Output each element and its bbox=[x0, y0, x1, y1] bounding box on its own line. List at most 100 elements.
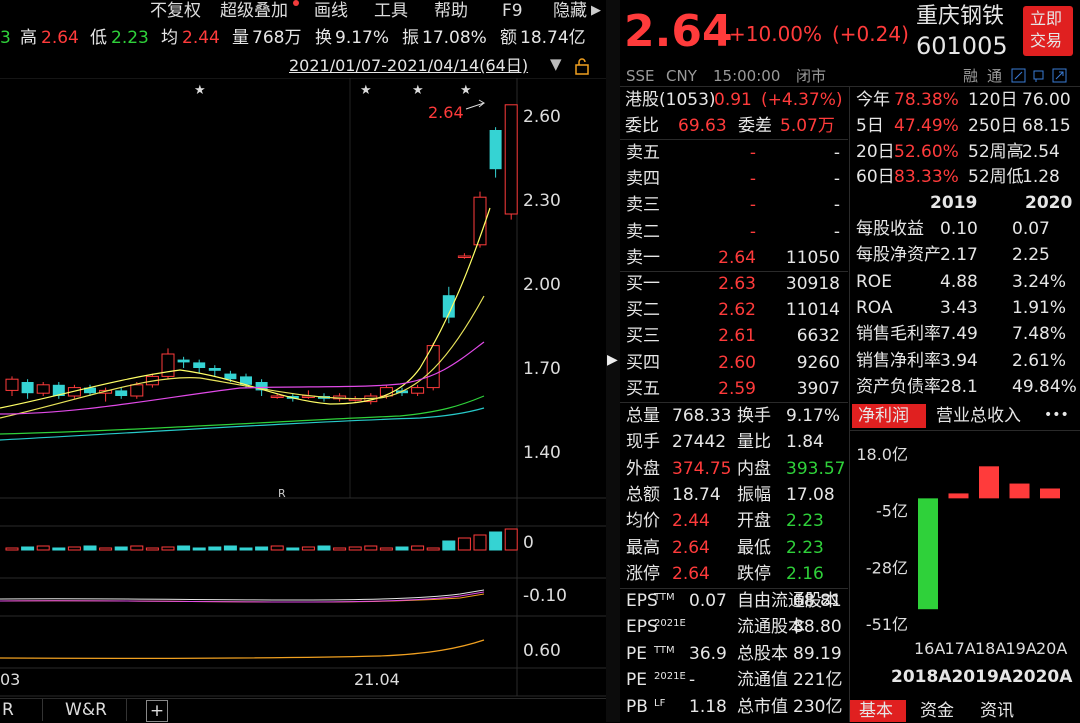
volume-bar bbox=[348, 546, 362, 551]
ask-label: 卖五 bbox=[626, 143, 660, 163]
fundamental-row: EPS TTM 0.07 自由流通股本 68.81 bbox=[620, 589, 848, 615]
candle-body bbox=[270, 395, 284, 398]
ask-volume: - bbox=[833, 169, 840, 190]
detail-value: 1.84 bbox=[786, 432, 824, 453]
menu-item-hide[interactable]: 隐藏 bbox=[553, 0, 587, 22]
volume-bar bbox=[161, 546, 175, 551]
stat-amount: 18.74亿 bbox=[520, 28, 586, 48]
detail-row: 最高 2.64 最低 2.23 bbox=[620, 535, 848, 561]
menu-item-super-overlay[interactable]: 超级叠加 bbox=[220, 0, 288, 22]
fund-value: 230亿 bbox=[793, 696, 843, 717]
fund-value: 221亿 bbox=[793, 670, 843, 691]
lock-icon[interactable] bbox=[574, 57, 590, 75]
fundamental-row: EPS 2021E 流通股本 88.80 bbox=[620, 615, 848, 641]
panel-separator[interactable]: ▶ bbox=[606, 0, 620, 722]
fund-value: 0.07 bbox=[689, 591, 727, 611]
ask-row: 卖四 - - bbox=[620, 166, 848, 192]
detail-value: 2.16 bbox=[786, 563, 824, 584]
trade-button[interactable]: 立即 交易 bbox=[1023, 6, 1073, 56]
date-range[interactable]: 2021/01/07-2021/04/14(64日) bbox=[289, 54, 528, 78]
bell-icon[interactable] bbox=[1033, 70, 1044, 82]
quote-panel: 2.64 +10.00% (+0.24) 重庆钢铁 601005 立即 交易 S… bbox=[620, 0, 1080, 722]
fund-suffix: LF bbox=[654, 697, 666, 709]
detail-label: 均价 bbox=[626, 511, 660, 532]
profit-y-tick: 18.0亿 bbox=[856, 445, 908, 464]
candle-body bbox=[489, 130, 502, 170]
kline-chart[interactable]: ★ ★ ★ ★ 2.64 R 2.60 2.30 2.00 1.70 1.40 … bbox=[0, 78, 606, 722]
profit-bar[interactable] bbox=[1040, 488, 1060, 499]
perf-label: 52周高 bbox=[968, 141, 1024, 162]
profit-bar[interactable] bbox=[948, 493, 969, 499]
stat-vol: 768万 bbox=[252, 28, 302, 48]
profit-bar[interactable] bbox=[918, 498, 938, 610]
ask-row: 卖五 - - bbox=[620, 140, 848, 166]
menu-item-tools[interactable]: 工具 bbox=[374, 0, 408, 22]
perf-value: 47.49% bbox=[894, 115, 959, 136]
bid-row: 买二 2.62 11014 bbox=[620, 297, 848, 323]
tab-basic[interactable]: 基本 bbox=[850, 700, 906, 722]
detail-label: 最低 bbox=[737, 537, 771, 558]
tab-funds[interactable]: 资金 bbox=[920, 700, 954, 722]
candles-group bbox=[5, 104, 518, 405]
notification-dot bbox=[293, 0, 299, 6]
profit-x-label: 17A bbox=[945, 639, 976, 658]
tab-net-profit[interactable]: 净利润 bbox=[852, 404, 926, 428]
tab-wr[interactable]: W&R bbox=[46, 699, 127, 721]
performance-row: 60日 83.33% 52周低 1.28 bbox=[852, 165, 1080, 191]
menu-item-no-adjust[interactable]: 不复权 bbox=[150, 0, 201, 22]
menu-item-f9[interactable]: F9 bbox=[502, 0, 523, 22]
perf-value: 68.15 bbox=[1022, 115, 1071, 136]
financial-row: 每股净资产 2.17 2.25 bbox=[852, 243, 1080, 269]
candle-body bbox=[457, 255, 471, 258]
market-status: 闭市 bbox=[796, 67, 827, 85]
menu-item-draw[interactable]: 画线 bbox=[314, 0, 348, 22]
stat-amount-label: 额 bbox=[500, 28, 517, 48]
expand-arrow-icon[interactable]: ▶ bbox=[607, 352, 618, 368]
profit-bar[interactable] bbox=[979, 466, 999, 499]
perf-value: 52.60% bbox=[894, 141, 959, 162]
candle-body bbox=[193, 362, 206, 368]
candle-body bbox=[5, 378, 19, 391]
bid-label: 买二 bbox=[626, 300, 660, 321]
date-label-left: 03 bbox=[0, 670, 20, 689]
fin-value-2020: 2.61% bbox=[1012, 350, 1067, 371]
perf-label: 120日 bbox=[968, 90, 1018, 110]
volume-bar bbox=[411, 545, 425, 551]
menu-item-help[interactable]: 帮助 bbox=[434, 0, 468, 22]
tab-revenue[interactable]: 营业总收入 bbox=[936, 404, 1021, 428]
fin-label: ROA bbox=[856, 297, 893, 318]
fund-label: 总股本 bbox=[737, 643, 788, 664]
stat-amplitude: 17.08% bbox=[422, 28, 487, 48]
perf-label: 250日 bbox=[968, 115, 1018, 136]
volume-bar bbox=[301, 546, 315, 551]
tab-r[interactable]: R bbox=[0, 699, 43, 721]
volume-bar bbox=[223, 545, 237, 551]
candle-body bbox=[224, 373, 237, 380]
volume-bar bbox=[333, 547, 347, 551]
change-pct: +10.00% bbox=[729, 22, 823, 46]
profit-bar[interactable] bbox=[1009, 483, 1030, 499]
volume-bar bbox=[192, 547, 206, 551]
ask-row: 卖二 - - bbox=[620, 219, 848, 245]
profit-x-label: 16A bbox=[914, 639, 945, 658]
detail-label: 总量 bbox=[626, 406, 660, 426]
fundamental-row: PB LF 1.18 总市值 230亿 bbox=[620, 695, 848, 721]
fin-value-2019: 3.43 bbox=[940, 297, 978, 318]
bid-label: 买四 bbox=[626, 352, 660, 373]
footer-tabs: 基本 资金 资讯 bbox=[850, 698, 1080, 722]
add-tab-button[interactable]: + bbox=[146, 700, 168, 722]
volume-bar bbox=[504, 528, 518, 551]
bid-row: 买一 2.63 30918 bbox=[620, 271, 848, 297]
hide-arrow-icon[interactable]: ▶ bbox=[591, 3, 601, 18]
bid-price: 2.61 bbox=[718, 326, 756, 347]
stat-avg: 2.44 bbox=[182, 28, 220, 48]
bid-volume: 30918 bbox=[785, 274, 840, 294]
hk-pct: (+4.37%) bbox=[761, 90, 843, 110]
dropdown-triangle-icon[interactable]: ▼ bbox=[550, 55, 562, 73]
ask-row: 卖三 - - bbox=[620, 192, 848, 218]
fund-value: 89.19 bbox=[793, 643, 842, 664]
tab-news[interactable]: 资讯 bbox=[980, 700, 1014, 722]
fund-value: - bbox=[689, 670, 696, 691]
detail-label: 总额 bbox=[626, 484, 660, 505]
more-icon[interactable]: ••• bbox=[1044, 403, 1069, 427]
